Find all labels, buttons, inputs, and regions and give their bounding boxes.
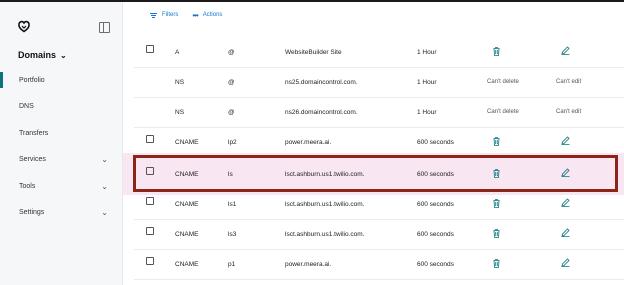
- chevron-down-icon: ⌄: [60, 50, 67, 60]
- sidebar-item-label: Portfolio: [19, 76, 45, 84]
- record-ttl: 600 seconds: [417, 200, 454, 208]
- sidebar-item-label: Settings: [19, 208, 45, 216]
- trash-icon[interactable]: [493, 259, 500, 268]
- sidebar-item-label: Tools: [19, 182, 36, 190]
- pencil-edit-icon[interactable]: [561, 228, 570, 237]
- domains-label: Domains: [18, 50, 57, 60]
- row-checkbox[interactable]: [146, 45, 154, 53]
- sidebar-item-transfers[interactable]: Transfers: [0, 123, 122, 143]
- record-type: NS: [175, 78, 185, 86]
- record-name: p1: [228, 260, 236, 268]
- row-checkbox[interactable]: [146, 135, 154, 143]
- record-name: ls1: [228, 200, 237, 208]
- record-ttl: 1 Hour: [417, 78, 437, 86]
- delete-disabled-text: Can't delete: [487, 79, 519, 85]
- pencil-edit-icon[interactable]: [561, 258, 570, 267]
- chevron-down-icon: ⌄: [101, 181, 108, 191]
- record-type: CNAME: [175, 200, 199, 208]
- table-row: A @ WebsiteBuilder Site 1 Hour: [134, 37, 624, 68]
- sidebar: Domains ⌄ Portfolio DNS Transfers Services ⌄…: [0, 2, 123, 285]
- record-value: ns26.domaincontrol.com.: [285, 108, 358, 116]
- record-value: power.meera.ai.: [285, 260, 332, 268]
- row-checkbox[interactable]: [146, 227, 154, 235]
- record-type: CNAME: [175, 230, 199, 238]
- trash-icon[interactable]: [493, 229, 500, 238]
- record-value: lsct.ashburn.us1.twilio.com.: [285, 200, 365, 208]
- table-row: CNAME p1 power.meera.ai. 600 seconds: [134, 249, 624, 280]
- pencil-edit-icon[interactable]: [561, 198, 570, 207]
- trash-icon[interactable]: [493, 137, 500, 146]
- sidebar-item-services[interactable]: Services ⌄: [0, 149, 122, 169]
- pencil-edit-icon[interactable]: [561, 46, 570, 55]
- record-type: CNAME: [175, 138, 199, 146]
- sidebar-collapse-icon[interactable]: [99, 22, 110, 33]
- record-value: power.meera.ai.: [285, 138, 332, 146]
- record-type: A: [175, 48, 180, 56]
- chevron-down-icon: ⌄: [101, 207, 108, 217]
- edit-disabled-text: Can't edit: [556, 79, 582, 85]
- record-ttl: 600 seconds: [417, 260, 454, 268]
- trash-icon[interactable]: [493, 199, 500, 208]
- record-ttl: 600 seconds: [417, 138, 454, 146]
- sidebar-item-tools[interactable]: Tools ⌄: [0, 176, 122, 196]
- record-value: lsct.ashburn.us1.twilio.com.: [285, 230, 365, 238]
- sidebar-item-label: Transfers: [19, 129, 49, 137]
- record-name: ls3: [228, 230, 237, 238]
- table-row: NS @ ns26.domaincontrol.com. 1 Hour Can't de…: [134, 97, 624, 128]
- table-row: CNAME ls3 lsct.ashburn.us1.twilio.com. 600 …: [134, 219, 624, 250]
- sidebar-item-portfolio[interactable]: Portfolio: [0, 70, 122, 90]
- row-checkbox[interactable]: [146, 197, 154, 205]
- record-name: @: [228, 48, 235, 56]
- record-type: NS: [175, 108, 185, 116]
- record-name: @: [228, 78, 235, 86]
- sidebar-item-settings[interactable]: Settings ⌄: [0, 202, 122, 222]
- table-row: CNAME ls1 lsct.ashburn.us1.twilio.com. 600 …: [134, 189, 624, 220]
- record-value: WebsiteBuilder Site: [285, 48, 342, 56]
- record-ttl: 1 Hour: [417, 48, 437, 56]
- annotation-frame: [133, 155, 618, 192]
- sidebar-item-label: DNS: [19, 102, 34, 110]
- record-name: @: [228, 108, 235, 116]
- record-ttl: 600 seconds: [417, 230, 454, 238]
- sidebar-item-label: Services: [19, 155, 46, 163]
- record-ttl: 1 Hour: [417, 108, 437, 116]
- domains-dropdown[interactable]: Domains ⌄: [18, 50, 67, 60]
- sidebar-item-dns[interactable]: DNS: [0, 96, 122, 116]
- table-row: NS @ ns25.domaincontrol.com. 1 Hour Can't de…: [134, 67, 624, 98]
- chevron-down-icon: ⌄: [101, 154, 108, 164]
- record-name: lp2: [228, 138, 237, 146]
- edit-disabled-text: Can't edit: [556, 109, 582, 115]
- record-value: ns25.domaincontrol.com.: [285, 78, 358, 86]
- delete-disabled-text: Can't delete: [487, 109, 519, 115]
- table-row: CNAME lp2 power.meera.ai. 600 seconds: [134, 127, 624, 158]
- trash-icon[interactable]: [493, 47, 500, 56]
- row-checkbox[interactable]: [146, 257, 154, 265]
- record-type: CNAME: [175, 260, 199, 268]
- brand-logo-icon[interactable]: [17, 19, 31, 33]
- pencil-edit-icon[interactable]: [561, 136, 570, 145]
